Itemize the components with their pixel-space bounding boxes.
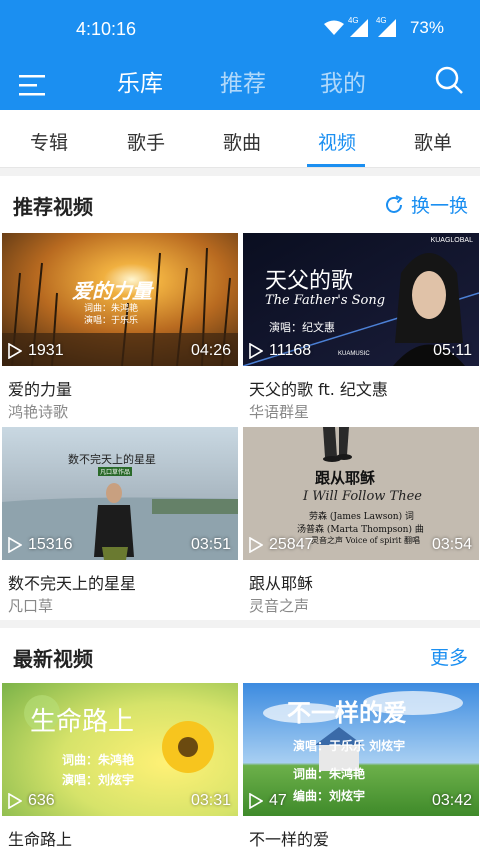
play-count: 15316 xyxy=(8,536,73,554)
play-icon xyxy=(8,343,22,359)
video-title: 生命路上 xyxy=(8,830,73,849)
video-duration: 03:54 xyxy=(431,536,472,553)
play-icon xyxy=(8,537,22,553)
active-tab-indicator xyxy=(307,164,365,167)
tab-videos[interactable]: 视频 xyxy=(318,128,356,155)
video-title: 天父的歌 ft. 纪文惠 xyxy=(249,380,388,399)
video-duration: 04:26 xyxy=(190,342,231,359)
recommended-videos-section: 推荐视频 换一换 爱的力量 词曲：朱鸿艳 演唱：于乐乐 1931 04:26 爱… xyxy=(0,176,480,620)
tab-albums[interactable]: 专辑 xyxy=(30,128,68,155)
signal-icon: 4G xyxy=(348,16,372,37)
video-card[interactable]: 数不完天上的星星 凡口草作品 15316 03:51 数不完天上的星星 凡口草 xyxy=(2,427,238,615)
video-title: 爱的力量 xyxy=(8,380,73,399)
menu-icon[interactable] xyxy=(16,67,52,103)
battery-level: 73% xyxy=(409,18,444,37)
play-count: 636 xyxy=(8,792,55,810)
category-tabs: 专辑 歌手 歌曲 视频 歌单 xyxy=(0,110,480,168)
status-icons: 4G 4G 73% xyxy=(323,16,444,38)
video-duration: 03:42 xyxy=(431,792,472,809)
latest-videos-section: 最新视频 更多 生命路上 词曲：朱鸿艳 演唱：刘炫宇 636 03:31 生命路… xyxy=(0,628,480,852)
play-count: 47 xyxy=(249,792,287,810)
tab-artists[interactable]: 歌手 xyxy=(127,128,165,155)
video-title: 数不完天上的星星 xyxy=(8,574,137,593)
video-thumbnail: KUAGLOBAL 天父的歌 The Father's Song 演唱：纪文惠 … xyxy=(243,233,479,366)
refresh-button[interactable]: 换一换 xyxy=(383,191,468,218)
video-thumbnail: 数不完天上的星星 凡口草作品 15316 03:51 xyxy=(2,427,238,560)
video-duration: 05:11 xyxy=(433,342,472,359)
top-nav: 乐库 推荐 我的 xyxy=(0,60,480,110)
tab-mine[interactable]: 我的 xyxy=(320,64,366,98)
play-icon xyxy=(8,793,22,809)
play-icon xyxy=(249,537,263,553)
video-thumbnail: 爱的力量 词曲：朱鸿艳 演唱：于乐乐 1931 04:26 xyxy=(2,233,238,366)
signal-icon: 4G xyxy=(376,16,400,37)
video-card[interactable]: KUAGLOBAL 天父的歌 The Father's Song 演唱：纪文惠 … xyxy=(243,233,479,421)
refresh-icon xyxy=(385,194,403,213)
video-title: 不一样的爱 xyxy=(249,830,330,849)
video-artist: 华语群星 xyxy=(249,403,310,421)
section-title: 最新视频 xyxy=(13,647,93,671)
video-artist: 凡口草 xyxy=(8,597,54,615)
video-card[interactable]: 跟从耶稣 I Will Follow Thee 劳森 (James Lawson… xyxy=(243,427,479,615)
video-duration: 03:51 xyxy=(190,536,231,553)
tab-songs[interactable]: 歌曲 xyxy=(223,128,261,155)
play-count: 11168 xyxy=(249,342,311,360)
play-count: 1931 xyxy=(8,342,64,360)
tab-playlists[interactable]: 歌单 xyxy=(414,128,452,155)
status-bar: 4:10:16 4G 4G 73% xyxy=(0,0,480,60)
video-title: 跟从耶稣 xyxy=(249,574,314,593)
video-thumbnail: 跟从耶稣 I Will Follow Thee 劳森 (James Lawson… xyxy=(243,427,479,560)
section-title: 推荐视频 xyxy=(13,195,93,219)
video-card[interactable]: 生命路上 词曲：朱鸿艳 演唱：刘炫宇 636 03:31 生命路上 xyxy=(2,683,238,849)
play-count: 25847 xyxy=(249,536,314,554)
video-thumbnail: 生命路上 词曲：朱鸿艳 演唱：刘炫宇 636 03:31 xyxy=(2,683,238,816)
video-card[interactable]: 不一样的爱 演唱：于乐乐 刘炫宇 词曲：朱鸿艳 编曲：刘炫宇 47 03:42 … xyxy=(243,683,479,849)
video-card[interactable]: 爱的力量 词曲：朱鸿艳 演唱：于乐乐 1931 04:26 爱的力量 鸿艳诗歌 xyxy=(2,233,238,421)
play-icon xyxy=(249,343,263,359)
play-icon xyxy=(249,793,263,809)
search-icon[interactable] xyxy=(434,65,464,95)
wifi-icon xyxy=(323,20,344,35)
tab-library[interactable]: 乐库 xyxy=(117,64,163,98)
app-header: 4:10:16 4G 4G 73% 乐库 推荐 我的 xyxy=(0,0,480,110)
video-thumbnail: 不一样的爱 演唱：于乐乐 刘炫宇 词曲：朱鸿艳 编曲：刘炫宇 47 03:42 xyxy=(243,683,479,816)
video-artist: 鸿艳诗歌 xyxy=(8,403,69,421)
tab-recommend[interactable]: 推荐 xyxy=(220,64,266,98)
more-button[interactable]: 更多 xyxy=(430,643,468,670)
video-duration: 03:31 xyxy=(190,792,231,809)
video-artist: 灵音之声 xyxy=(249,597,310,615)
status-time: 4:10:16 xyxy=(76,19,137,39)
